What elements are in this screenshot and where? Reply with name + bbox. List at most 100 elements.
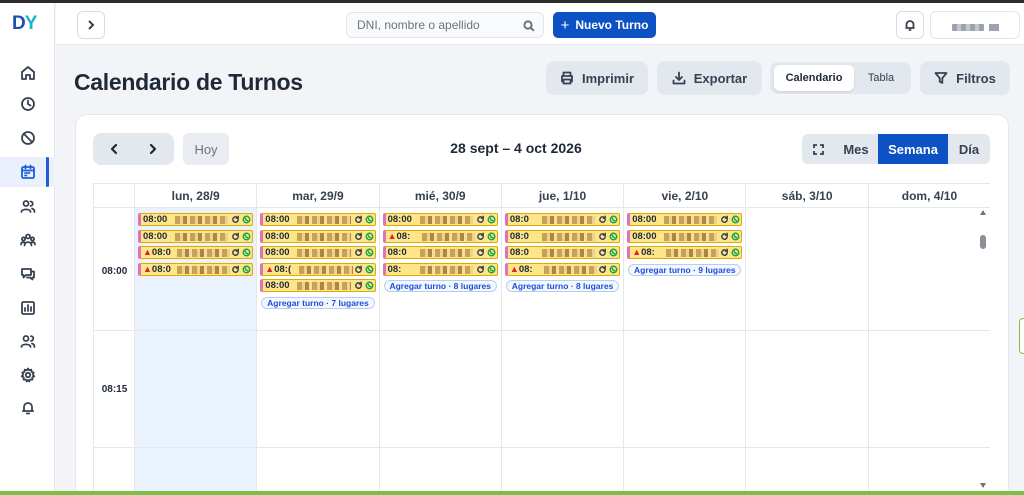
day-header[interactable]: sáb, 3/10 — [746, 184, 869, 208]
sidebar-item-bell[interactable] — [0, 393, 55, 423]
app-logo[interactable]: DY — [12, 13, 37, 35]
whatsapp-icon[interactable] — [730, 247, 741, 258]
appointment-block[interactable]: ▲08:0 — [138, 246, 254, 259]
fullscreen-button[interactable] — [802, 134, 834, 164]
day-header[interactable]: lun, 28/9 — [135, 184, 258, 208]
whatsapp-icon[interactable] — [608, 247, 619, 258]
sidebar-item-chat[interactable] — [0, 259, 55, 289]
reschedule-icon[interactable] — [230, 247, 241, 258]
appointment-block[interactable]: ▲08:( — [260, 262, 376, 276]
view-day-button[interactable]: Día — [948, 134, 990, 164]
sidebar-item-gear[interactable] — [0, 360, 55, 390]
whatsapp-icon[interactable] — [486, 247, 497, 258]
appointment-block[interactable]: 08:00 — [138, 213, 254, 226]
add-appointment-slot[interactable]: Agregar turno · 8 lugares — [505, 280, 620, 292]
appointment-block[interactable]: 08:0 — [382, 246, 498, 259]
whatsapp-icon[interactable] — [486, 231, 497, 242]
reschedule-icon[interactable] — [475, 264, 486, 275]
appointment-block[interactable]: 08:0 — [504, 229, 621, 243]
whatsapp-icon[interactable] — [486, 214, 497, 225]
reschedule-icon[interactable] — [597, 214, 608, 225]
side-panel-handle[interactable] — [1019, 318, 1024, 354]
whatsapp-icon[interactable] — [730, 214, 741, 225]
whatsapp-icon[interactable] — [486, 264, 497, 275]
sidebar-item-team[interactable] — [0, 225, 55, 255]
reschedule-icon[interactable] — [475, 214, 486, 225]
reschedule-icon[interactable] — [353, 264, 364, 275]
sidebar-item-clock[interactable] — [0, 89, 55, 119]
sidebar-item-ban[interactable] — [0, 123, 55, 153]
reschedule-icon[interactable] — [353, 247, 364, 258]
patient-search[interactable] — [346, 12, 544, 38]
search-input[interactable] — [347, 13, 517, 37]
appointment-block[interactable]: 08:00 — [627, 229, 743, 243]
user-menu[interactable] — [930, 11, 1020, 39]
whatsapp-icon[interactable] — [364, 280, 375, 291]
day-header[interactable]: jue, 1/10 — [501, 184, 625, 208]
appointment-block[interactable]: 08:0 — [504, 246, 621, 259]
expand-sidebar-button[interactable] — [77, 11, 105, 39]
appointment-block[interactable]: ▲08: — [627, 246, 743, 259]
reschedule-icon[interactable] — [475, 231, 486, 242]
appointment-block[interactable]: 08:00 — [260, 279, 376, 292]
scroll-up-arrow[interactable] — [980, 210, 986, 215]
new-appointment-button[interactable]: + Nuevo Turno — [553, 12, 656, 38]
search-icon[interactable] — [523, 19, 535, 32]
add-appointment-slot[interactable]: Agregar turno · 7 lugares — [261, 296, 375, 309]
day-header[interactable]: mar, 29/9 — [257, 184, 380, 208]
whatsapp-icon[interactable] — [364, 214, 375, 225]
appointment-block[interactable]: 08:0 — [504, 213, 621, 226]
reschedule-icon[interactable] — [353, 214, 364, 225]
scroll-down-arrow[interactable] — [980, 483, 986, 488]
appointment-block[interactable]: ▲08: — [504, 262, 621, 276]
appointment-block[interactable]: 08: — [382, 262, 498, 276]
whatsapp-icon[interactable] — [241, 231, 252, 242]
reschedule-icon[interactable] — [353, 280, 364, 291]
reschedule-icon[interactable] — [719, 231, 730, 242]
day-column[interactable] — [869, 208, 990, 493]
filters-button[interactable]: Filtros — [920, 61, 1010, 95]
reschedule-icon[interactable] — [597, 264, 608, 275]
appointment-block[interactable]: 08:00 — [382, 213, 498, 226]
reschedule-icon[interactable] — [230, 214, 241, 225]
reschedule-icon[interactable] — [597, 231, 608, 242]
appointment-block[interactable]: 08:00 — [260, 229, 376, 243]
add-appointment-slot[interactable]: Agregar turno · 8 lugares — [383, 280, 497, 292]
reschedule-icon[interactable] — [597, 247, 608, 258]
appointment-block[interactable]: 08:00 — [627, 213, 743, 226]
whatsapp-icon[interactable] — [364, 231, 375, 242]
whatsapp-icon[interactable] — [241, 214, 252, 225]
sidebar-item-users[interactable] — [0, 191, 55, 221]
today-button[interactable]: Hoy — [183, 133, 229, 165]
whatsapp-icon[interactable] — [241, 264, 252, 275]
export-button[interactable]: Exportar — [657, 61, 762, 95]
appointment-block[interactable]: 08:00 — [260, 246, 376, 259]
day-column[interactable] — [747, 208, 869, 493]
reschedule-icon[interactable] — [719, 214, 730, 225]
notifications-button[interactable] — [896, 11, 924, 39]
sidebar-item-user-group[interactable] — [0, 326, 55, 356]
add-appointment-slot[interactable]: Agregar turno · 9 lugares — [628, 263, 742, 276]
previous-week-button[interactable] — [94, 133, 134, 165]
whatsapp-icon[interactable] — [730, 231, 741, 242]
tab-calendario[interactable]: Calendario — [774, 65, 854, 91]
print-button[interactable]: Imprimir — [546, 61, 648, 95]
reschedule-icon[interactable] — [475, 247, 486, 258]
view-month-button[interactable]: Mes — [834, 134, 878, 164]
whatsapp-icon[interactable] — [364, 247, 375, 258]
reschedule-icon[interactable] — [719, 247, 730, 258]
reschedule-icon[interactable] — [230, 264, 241, 275]
sidebar-item-chart[interactable] — [0, 293, 55, 323]
appointment-block[interactable]: ▲08: — [382, 229, 498, 243]
whatsapp-icon[interactable] — [608, 231, 619, 242]
appointment-block[interactable]: 08:00 — [260, 213, 376, 226]
day-header[interactable]: mié, 30/9 — [379, 184, 502, 208]
next-week-button[interactable] — [133, 133, 173, 165]
view-week-button[interactable]: Semana — [878, 134, 948, 164]
day-header[interactable]: dom, 4/10 — [868, 184, 990, 208]
grid-scrollbar[interactable] — [977, 207, 989, 491]
whatsapp-icon[interactable] — [241, 247, 252, 258]
appointment-block[interactable]: ▲08:0 — [138, 262, 254, 276]
reschedule-icon[interactable] — [353, 231, 364, 242]
scroll-thumb[interactable] — [980, 235, 986, 249]
